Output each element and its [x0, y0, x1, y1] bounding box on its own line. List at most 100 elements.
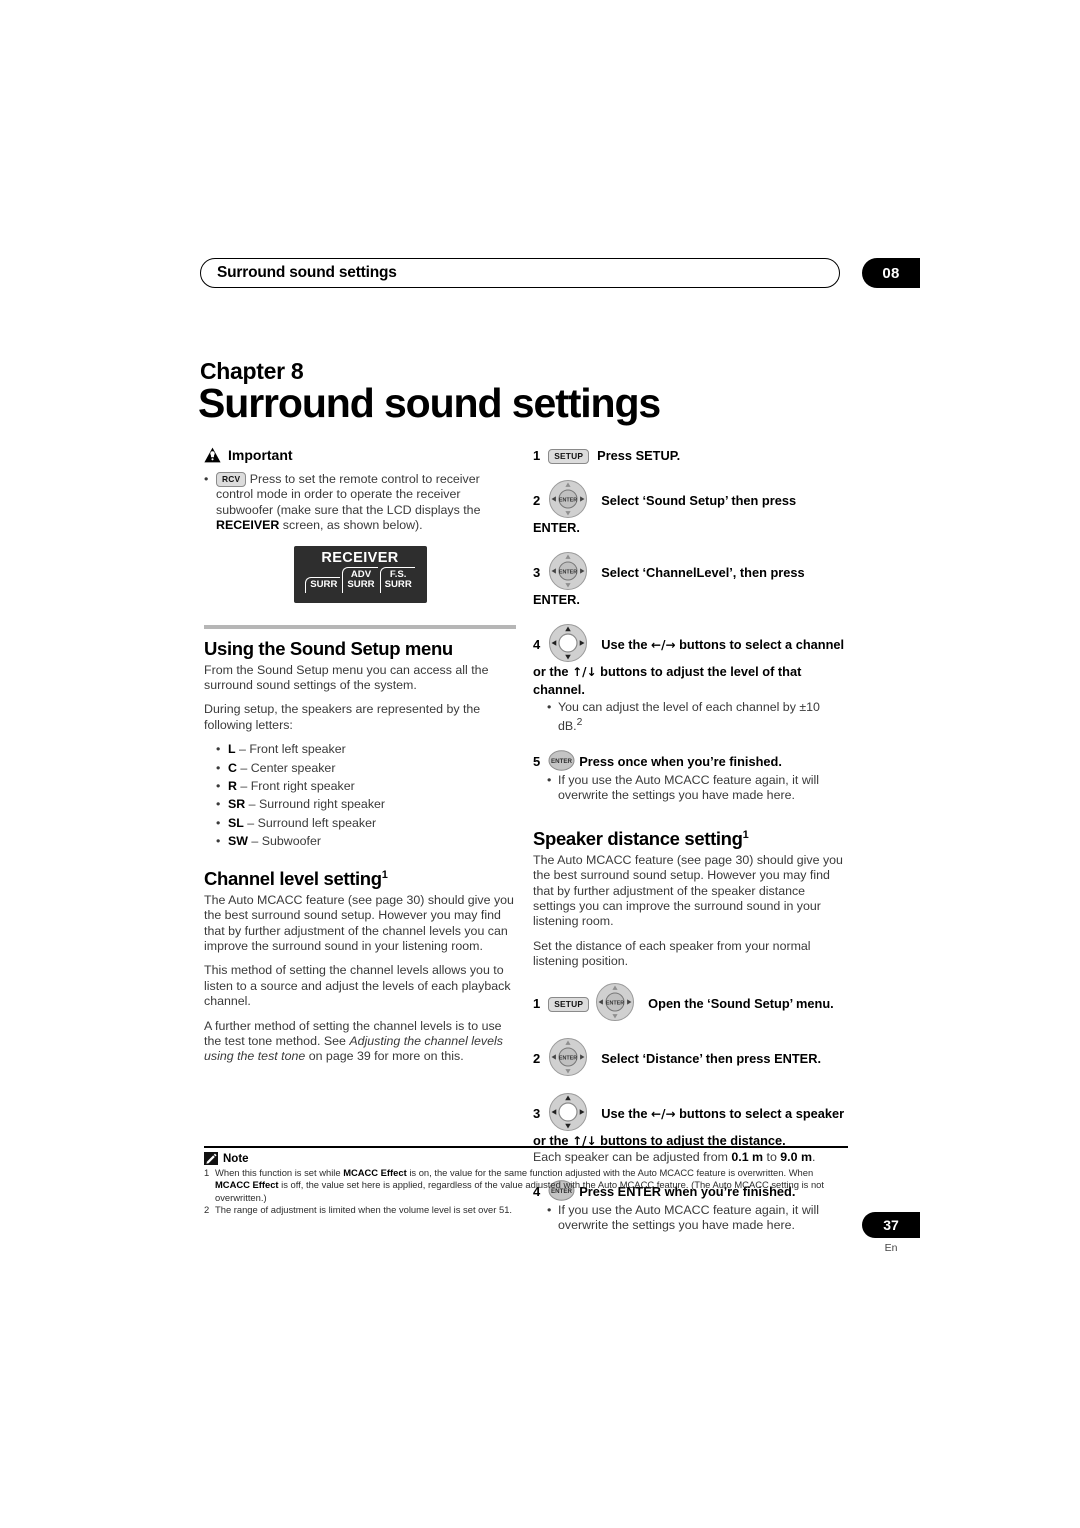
- speaker-distance-paragraph-1: The Auto MCACC feature (see page 30) sho…: [533, 852, 843, 929]
- footnote-ref: 1: [381, 868, 388, 881]
- step-text: Open the ‘Sound Setup’ menu.: [648, 995, 834, 1011]
- paragraph-part-2: on page 39 for more on this.: [305, 1049, 464, 1064]
- step-5: 5 ENTER Press once when you’re finished.…: [533, 750, 845, 804]
- notes-section: Note 1 When this function is set while M…: [204, 1146, 848, 1217]
- svg-text:ENTER: ENTER: [559, 570, 577, 576]
- chapter-number-tab: 08: [862, 258, 920, 288]
- step-4-sub-bullet: • You can adjust the level of each chann…: [547, 700, 845, 735]
- note-text: The range of adjustment is limited when …: [215, 1204, 848, 1216]
- bullet-marker: •: [216, 742, 221, 757]
- speaker-abbr: C: [228, 760, 237, 775]
- setup-key-icon: SETUP: [548, 449, 590, 464]
- step-text-a: Use the: [601, 637, 652, 652]
- distance-step-2: 2 ENTER Select ‘Distance’ then press ENT…: [533, 1037, 845, 1077]
- section-sound-setup: Using the Sound Setup menu From the Soun…: [204, 624, 516, 850]
- list-item: • SW – Subwoofer: [216, 834, 516, 849]
- lcd-tab-fs-surr: F.S. SURR: [379, 566, 415, 593]
- channel-level-heading: Channel level setting1: [204, 868, 516, 890]
- speaker-letter-row: R – Front right speaker: [228, 779, 516, 794]
- step-2: 2 ENTER Select ‘Sound Setup’ then press …: [533, 479, 845, 536]
- step-3-line: 3 ENTER Select ‘ChannelLevel’, then pres…: [533, 551, 845, 608]
- dpad-enter-icon: ENTER: [596, 982, 635, 1021]
- lcd-tab-row: SURR ADV SURR F.S. SURR: [294, 566, 427, 593]
- important-label: Important: [228, 447, 293, 463]
- important-text-bold: RECEIVER: [216, 518, 280, 533]
- section-divider: [204, 624, 516, 629]
- bullet-marker: •: [216, 797, 221, 812]
- right-column: 1 SETUP Press SETUP. 2 ENTER Select ‘Sound…: [533, 447, 845, 1238]
- speaker-abbr: SR: [228, 797, 246, 812]
- step-number: 1: [533, 448, 541, 463]
- dpad-icon: [549, 624, 588, 662]
- speaker-letter-row: SL – Surround left speaker: [228, 816, 516, 831]
- svg-text:ENTER: ENTER: [559, 498, 577, 504]
- notes-divider: [204, 1146, 848, 1148]
- list-item: • R – Front right speaker: [216, 779, 516, 794]
- step-number: 3: [533, 1105, 541, 1121]
- step-3: 3 ENTER Select ‘ChannelLevel’, then pres…: [533, 551, 845, 608]
- step-text: Press once when you’re finished.: [579, 753, 782, 769]
- note-part-3: is off, the value set here is applied, r…: [215, 1179, 824, 1203]
- speaker-desc: – Subwoofer: [247, 834, 321, 849]
- note-part-1: The range of adjustment is limited when …: [215, 1204, 513, 1216]
- note-text: When this function is set while MCACC Ef…: [215, 1167, 848, 1204]
- note-label: Note: [223, 1152, 249, 1165]
- speaker-abbr: L: [228, 742, 236, 757]
- important-bullet: • RCV Press to set the remote control to…: [204, 472, 516, 534]
- page-language-label: En: [884, 1242, 898, 1254]
- speaker-distance-heading-text: Speaker distance setting: [533, 827, 743, 849]
- channel-level-paragraph-2: This method of setting the channel level…: [204, 963, 511, 1009]
- step-number: 5: [533, 753, 541, 769]
- left-right-arrows-icon: ←/→: [651, 1106, 676, 1121]
- pencil-note-icon: [204, 1152, 218, 1165]
- list-item: • C – Center speaker: [216, 761, 516, 776]
- step-text: Press SETUP.: [597, 448, 681, 463]
- note-part-2: is on, the value for the same function a…: [406, 1167, 814, 1178]
- distance-step-3-line: 3 Use the ←/→ buttons to select a speake…: [533, 1092, 845, 1150]
- manual-page: Surround sound settings 08 Chapter 8 Sur…: [0, 0, 1080, 1528]
- channel-level-paragraph-3: A further method of setting the channel …: [204, 1019, 516, 1065]
- lcd-title: RECEIVER: [321, 549, 399, 566]
- speaker-letter-row: SW – Subwoofer: [228, 834, 516, 849]
- note-heading: Note: [204, 1152, 848, 1165]
- speaker-abbr: R: [228, 779, 237, 794]
- note-item-1: 1 When this function is set while MCACC …: [204, 1167, 848, 1204]
- speaker-letter-row: C – Center speaker: [228, 761, 516, 776]
- sub-bullet-text: If you use the Auto MCACC feature again,…: [558, 772, 820, 803]
- sound-setup-paragraph-1: From the Sound Setup menu you can access…: [204, 662, 489, 693]
- step-4: 4 Use the ←/→ buttons to select a channe…: [533, 623, 845, 735]
- footnote-ref: 1: [742, 828, 749, 841]
- important-bullet-text: RCV Press to set the remote control to r…: [216, 472, 516, 534]
- note-bold-1: MCACC Effect: [343, 1167, 407, 1178]
- bullet-marker: •: [216, 760, 221, 775]
- left-column: Important • RCV Press to set the remote …: [204, 447, 516, 1074]
- distance-step-1-line: 1 SETUP ENTER Open the ‘Sound Setup’ menu…: [533, 982, 845, 1022]
- warning-triangle-icon: [204, 447, 221, 463]
- step-number: 3: [533, 565, 541, 580]
- step-text-a: Use the: [601, 1105, 652, 1121]
- note-bold-2: MCACC Effect: [215, 1179, 279, 1191]
- speaker-desc: – Surround right speaker: [245, 797, 386, 812]
- receiver-lcd-graphic: RECEIVER SURR ADV SURR F.S. SURR: [293, 545, 427, 603]
- dpad-enter-icon: ENTER: [549, 480, 588, 518]
- speaker-abbr: SW: [228, 834, 248, 849]
- sub-bullet-body: You can adjust the level of each channel…: [558, 700, 820, 734]
- bullet-marker: •: [216, 834, 221, 849]
- distance-step-1: 1 SETUP ENTER Open the ‘Sound Setup’ menu…: [533, 982, 845, 1022]
- rcv-key-icon: RCV: [216, 472, 247, 487]
- step-5-line: 5 ENTER Press once when you’re finished.: [533, 750, 845, 771]
- page-number-tab: 37: [862, 1212, 920, 1238]
- setup-key-icon: SETUP: [548, 996, 590, 1012]
- dpad-enter-icon: ENTER: [549, 1037, 588, 1076]
- channel-level-steps: 1 SETUP Press SETUP. 2 ENTER Select ‘Sound…: [533, 447, 845, 804]
- speaker-abbr: SL: [228, 815, 244, 830]
- step-4-line: 4 Use the ←/→ buttons to select a channe…: [533, 623, 845, 698]
- step-number: 2: [533, 1050, 541, 1066]
- bullet-marker: •: [547, 772, 552, 787]
- bullet-marker: •: [547, 700, 552, 714]
